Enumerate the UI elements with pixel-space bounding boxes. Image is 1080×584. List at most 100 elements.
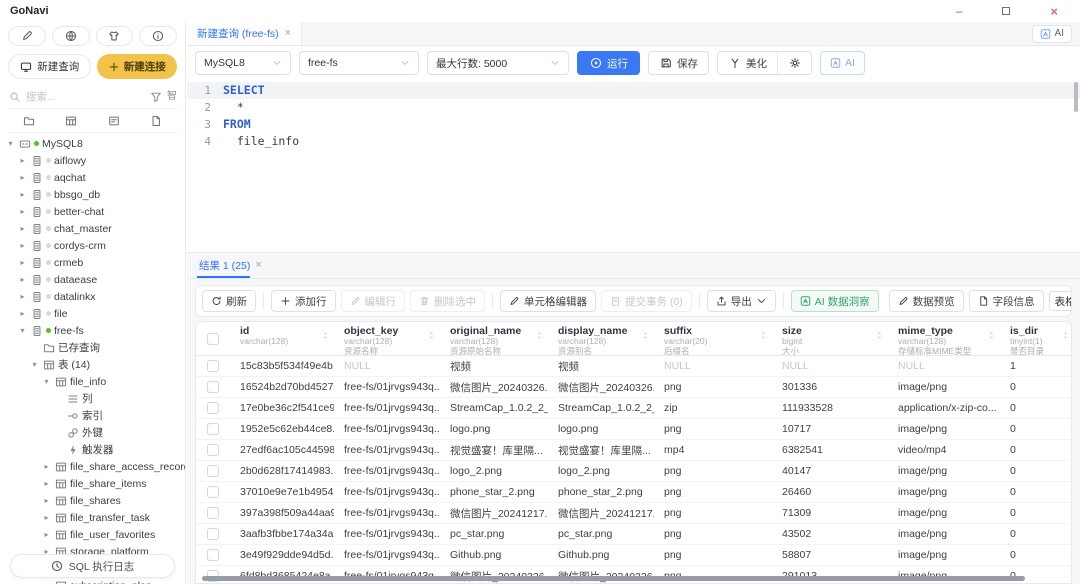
ai-assist-button[interactable]: AI (820, 51, 865, 75)
table-cell[interactable]: 视觉盛宴！库里隔... (440, 443, 548, 458)
row-checkbox[interactable] (207, 444, 219, 456)
table-cell[interactable]: 0 (1000, 423, 1072, 435)
row-checkbox[interactable] (207, 381, 219, 393)
tree-item-file_info[interactable]: ▾file_info (0, 373, 185, 390)
table-cell[interactable]: application/x-zip-co... (888, 402, 1000, 414)
tree-item-file_share_items[interactable]: ▸file_share_items (0, 475, 185, 492)
edit-row-button[interactable]: 编辑行 (341, 290, 406, 312)
editor-settings-button[interactable] (778, 52, 811, 74)
table-cell[interactable]: 微信图片_20241217... (440, 506, 548, 521)
tree-item--14-[interactable]: ▾表 (14) (0, 356, 185, 373)
tree-item-subscription_plan[interactable]: ▸subscription_plan (0, 577, 185, 584)
result-tab[interactable]: 结果 1 (25) × (197, 253, 264, 278)
export-button[interactable]: 导出 (707, 290, 776, 312)
table-cell[interactable]: Github.png (440, 549, 548, 561)
tree-item--[interactable]: 触发器 (0, 441, 185, 458)
caret-right-icon[interactable]: ▸ (18, 225, 27, 233)
table-cell[interactable]: 301336 (772, 381, 888, 393)
table-cell[interactable]: image/png (888, 381, 1000, 393)
tree-item-crmeb[interactable]: ▸crmeb (0, 254, 185, 271)
table-cell[interactable]: 10717 (772, 423, 888, 435)
delete-selected-button[interactable]: 删除选中 (410, 290, 485, 312)
table-cell[interactable]: free-fs/01jrvgs943q... (334, 465, 440, 477)
table-cell[interactable]: NULL (334, 360, 440, 372)
row-checkbox[interactable] (207, 507, 219, 519)
table-cell[interactable]: png (654, 465, 772, 477)
caret-right-icon[interactable]: ▸ (18, 157, 27, 165)
table-cell[interactable]: png (654, 381, 772, 393)
table-cell[interactable]: image/png (888, 486, 1000, 498)
table-row[interactable]: 6fd8bd3685424e8a...free-fs/01jrvgs943q..… (196, 566, 1071, 584)
tree-item--[interactable]: 外键 (0, 424, 185, 441)
table-cell[interactable]: 0 (1000, 507, 1072, 519)
caret-down-icon[interactable]: ▾ (6, 140, 15, 148)
table-row[interactable]: 16524b2d70bd4527...free-fs/01jrvgs943q..… (196, 377, 1071, 398)
table-cell[interactable]: 58807 (772, 549, 888, 561)
table-cell[interactable]: 27edf6ac105c44598... (230, 444, 334, 456)
table-cell[interactable]: zip (654, 402, 772, 414)
table-row[interactable]: 397a398f509a44aa9...free-fs/01jrvgs943q.… (196, 503, 1071, 524)
table-cell[interactable]: free-fs/01jrvgs943q... (334, 402, 440, 414)
column-header-is_dir[interactable]: is_dirtinyint(1)是否目录 (1000, 322, 1072, 355)
table-cell[interactable]: StreamCap_1.0.2_2_... (548, 402, 654, 414)
caret-right-icon[interactable]: ▸ (18, 191, 27, 199)
tree-item-file_shares[interactable]: ▸file_shares (0, 492, 185, 509)
table-cell[interactable]: 3e49f929dde94d5d... (230, 549, 334, 561)
new-connection-button[interactable]: 新建连接 (97, 54, 178, 79)
table-cell[interactable]: png (654, 549, 772, 561)
field-info-button[interactable]: 字段信息 (969, 290, 1044, 312)
row-checkbox[interactable] (207, 486, 219, 498)
save-button[interactable]: 保存 (648, 51, 709, 75)
select-all-checkbox[interactable] (207, 333, 219, 345)
table-cell[interactable]: free-fs/01jrvgs943q... (334, 549, 440, 561)
code-line[interactable]: 1SELECT (187, 82, 1080, 99)
column-header-id[interactable]: idvarchar(128) (230, 322, 334, 355)
tree-item--[interactable]: 已存查询 (0, 339, 185, 356)
table-cell[interactable]: logo.png (440, 423, 548, 435)
caret-down-icon[interactable]: ▾ (30, 361, 39, 369)
table-row[interactable]: 1952e5c62eb44ce8...free-fs/01jrvgs943q..… (196, 419, 1071, 440)
table-cell[interactable]: 0 (1000, 465, 1072, 477)
tree-item-chat_master[interactable]: ▸chat_master (0, 220, 185, 237)
data-preview-button[interactable]: 数据预览 (889, 290, 964, 312)
table-cell[interactable]: 1952e5c62eb44ce8... (230, 423, 334, 435)
table-cell[interactable]: 微信图片_20240326... (548, 380, 654, 395)
tree-item-file[interactable]: ▸file (0, 305, 185, 322)
caret-right-icon[interactable]: ▸ (18, 208, 27, 216)
table-cell[interactable]: 40147 (772, 465, 888, 477)
table-cell[interactable]: logo_2.png (548, 465, 654, 477)
table-cell[interactable]: image/png (888, 465, 1000, 477)
caret-right-icon[interactable]: ▸ (18, 174, 27, 182)
about-button[interactable] (139, 26, 177, 46)
column-header-original_name[interactable]: original_namevarchar(128)资源原始名称 (440, 322, 548, 355)
table-cell[interactable]: mp4 (654, 444, 772, 456)
table-cell[interactable]: 111933528 (772, 402, 888, 414)
table-cell[interactable]: image/png (888, 549, 1000, 561)
table-cell[interactable]: 视频 (548, 359, 654, 374)
language-button[interactable] (52, 26, 90, 46)
table-cell[interactable]: png (654, 423, 772, 435)
code-line[interactable]: 4 file_info (187, 133, 1080, 150)
table-cell[interactable]: 1 (1000, 360, 1072, 372)
table-cell[interactable]: 16524b2d70bd4527... (230, 381, 334, 393)
caret-right-icon[interactable]: ▸ (18, 242, 27, 250)
tree-item-mysql8[interactable]: ▾MySQL8 (0, 135, 185, 152)
table-cell[interactable]: 0 (1000, 444, 1072, 456)
cell-editor-button[interactable]: 单元格编辑器 (500, 290, 596, 312)
caret-right-icon[interactable]: ▸ (42, 514, 51, 522)
table-cell[interactable]: free-fs/01jrvgs943q... (334, 444, 440, 456)
add-row-button[interactable]: 添加行 (271, 290, 336, 312)
table-cell[interactable]: phone_star_2.png (440, 486, 548, 498)
table-cell[interactable]: 视觉盛宴！库里隔... (548, 443, 654, 458)
row-checkbox[interactable] (207, 402, 219, 414)
caret-right-icon[interactable]: ▸ (42, 463, 51, 471)
sql-log-button[interactable]: SQL 执行日志 (10, 554, 175, 578)
tree-item-aiflowy[interactable]: ▸aiflowy (0, 152, 185, 169)
search-input[interactable] (26, 91, 144, 103)
tree-item-better-chat[interactable]: ▸better-chat (0, 203, 185, 220)
column-header-mime_type[interactable]: mime_typevarchar(128)存储标准MIME类型 (888, 322, 1000, 355)
table-cell[interactable]: png (654, 507, 772, 519)
table-row[interactable]: 3e49f929dde94d5d...free-fs/01jrvgs943q..… (196, 545, 1071, 566)
tree-item-aqchat[interactable]: ▸aqchat (0, 169, 185, 186)
table-row[interactable]: 17e0be36c2f541ce9...free-fs/01jrvgs943q.… (196, 398, 1071, 419)
